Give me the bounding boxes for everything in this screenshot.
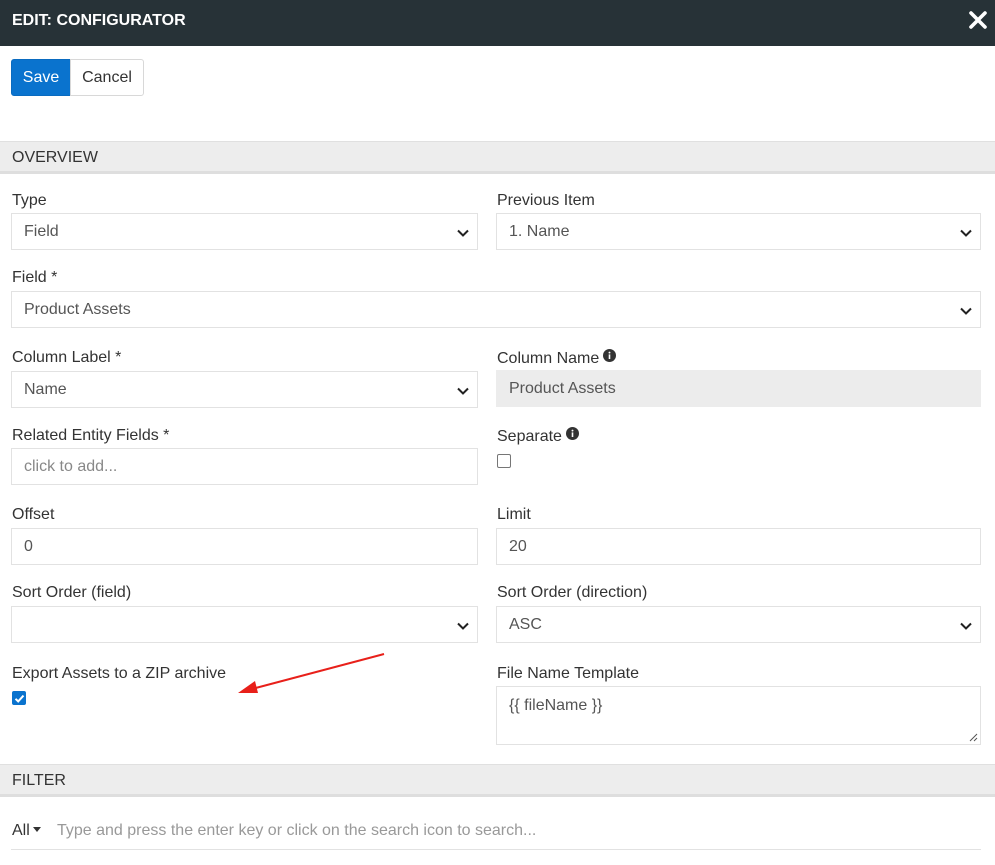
separate-checkbox[interactable]: [497, 454, 511, 468]
related-entity-fields-placeholder: click to add...: [24, 458, 118, 475]
previous-item-select-value: 1. Name: [509, 223, 570, 240]
export-zip-checkbox[interactable]: [12, 691, 26, 705]
type-select-value: Field: [24, 223, 59, 240]
separate-label-wrap: Separate: [497, 427, 579, 446]
modal-title: EDIT: CONFIGURATOR: [12, 12, 186, 29]
checkmark-icon: [14, 694, 25, 703]
close-icon[interactable]: [965, 7, 991, 33]
chevron-down-icon: [457, 622, 469, 630]
info-icon[interactable]: [603, 349, 617, 362]
column-name-value: Product Assets: [509, 380, 616, 397]
limit-label: Limit: [497, 506, 531, 523]
filter-search-bar: All Type and press the enter key or clic…: [11, 814, 981, 850]
filter-scope-value: All: [12, 822, 30, 839]
resize-grip-icon[interactable]: [969, 733, 978, 742]
file-name-template-label: File Name Template: [497, 665, 639, 682]
sort-order-direction-label: Sort Order (direction): [497, 584, 648, 601]
chevron-down-icon: [457, 387, 469, 395]
field-select-value: Product Assets: [24, 301, 131, 318]
column-label-select[interactable]: Name: [11, 371, 478, 408]
modal-header: EDIT: CONFIGURATOR: [0, 0, 995, 46]
offset-label: Offset: [12, 506, 55, 523]
related-entity-fields-label: Related Entity Fields *: [12, 427, 170, 444]
sort-order-direction-value: ASC: [509, 616, 542, 633]
info-icon[interactable]: [565, 427, 579, 440]
caret-down-icon: [32, 827, 41, 832]
column-name-label-wrap: Column Name: [497, 349, 617, 368]
annotation-arrow-icon: [238, 653, 385, 693]
export-zip-label: Export Assets to a ZIP archive: [12, 665, 227, 682]
sort-order-field-label: Sort Order (field): [12, 584, 132, 601]
related-entity-fields-input[interactable]: click to add...: [11, 448, 478, 485]
overview-section-title: OVERVIEW: [12, 149, 98, 166]
offset-value: 0: [24, 538, 33, 555]
previous-item-select[interactable]: 1. Name: [496, 213, 981, 250]
filter-section-header[interactable]: FILTER: [0, 764, 995, 797]
save-button[interactable]: Save: [11, 59, 71, 96]
type-select[interactable]: Field: [11, 213, 478, 250]
sort-order-direction-select[interactable]: ASC: [496, 606, 981, 643]
filter-scope-dropdown[interactable]: All: [12, 822, 41, 840]
column-name-input: Product Assets: [496, 370, 981, 407]
field-select[interactable]: Product Assets: [11, 291, 981, 328]
previous-item-label: Previous Item: [497, 192, 595, 209]
file-name-template-textarea[interactable]: {{ fileName }}: [496, 686, 981, 745]
limit-value: 20: [509, 538, 527, 555]
file-name-template-value: {{ fileName }}: [509, 697, 603, 714]
offset-input[interactable]: 0: [11, 528, 478, 565]
filter-search-input[interactable]: Type and press the enter key or click on…: [57, 822, 536, 840]
sort-order-field-select[interactable]: [11, 606, 478, 643]
limit-input[interactable]: 20: [496, 528, 981, 565]
field-label: Field *: [12, 269, 58, 286]
overview-section-header[interactable]: OVERVIEW: [0, 141, 995, 174]
column-name-label: Column Name: [497, 350, 600, 367]
cancel-button[interactable]: Cancel: [70, 59, 144, 96]
separate-label: Separate: [497, 428, 562, 445]
chevron-down-icon: [960, 307, 972, 315]
filter-section-title: FILTER: [12, 772, 66, 789]
type-label: Type: [12, 192, 47, 209]
column-label-label: Column Label *: [12, 349, 122, 366]
chevron-down-icon: [960, 622, 972, 630]
chevron-down-icon: [960, 229, 972, 237]
column-label-select-value: Name: [24, 381, 67, 398]
chevron-down-icon: [457, 229, 469, 237]
